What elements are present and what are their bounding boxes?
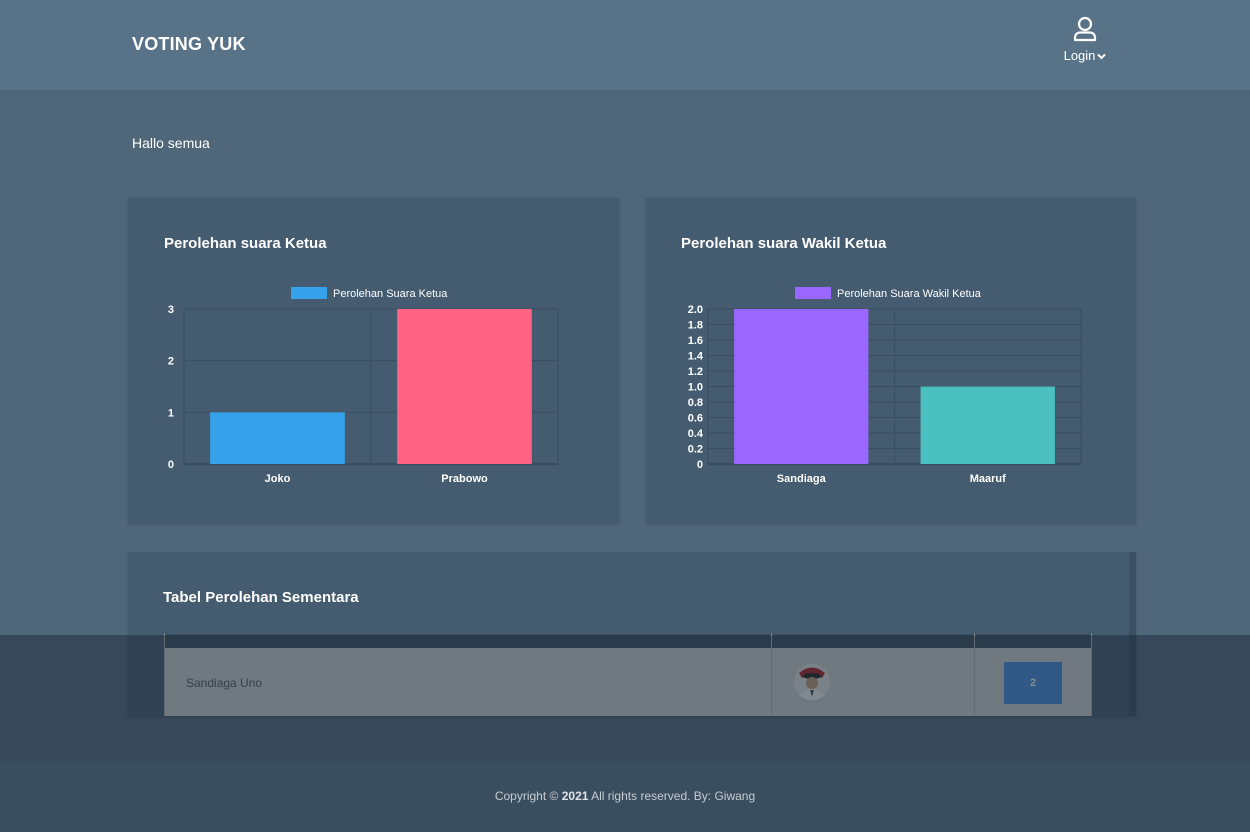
chart-card-wakil: Perolehan suara Wakil Ketua Perolehan Su…: [646, 198, 1136, 524]
y-tick-label: 3: [168, 304, 174, 316]
legend-label: Perolehan Suara Wakil Ketua: [837, 288, 982, 300]
greeting-text: Hallo semua: [132, 135, 210, 151]
column-divider: [164, 634, 165, 716]
candidate-avatar: [794, 664, 830, 700]
y-tick-label: 2: [168, 356, 174, 368]
y-tick-label: 0: [697, 459, 703, 471]
footer-prefix: Copyright ©: [494, 789, 559, 803]
y-tick-label: 0.6: [688, 413, 703, 425]
bar-sandiaga: [734, 309, 869, 464]
footer-copyright: Copyright © 2021 All rights reserved. By…: [0, 789, 1250, 803]
y-tick-label: 1.4: [688, 351, 704, 363]
table-row: Sandiaga Uno 2: [164, 648, 1092, 716]
x-tick-label: Prabowo: [441, 473, 488, 485]
x-tick-label: Joko: [265, 473, 291, 485]
scrollbar[interactable]: [1129, 552, 1136, 716]
bar-prabowo: [397, 309, 532, 464]
login-label: Login: [1063, 48, 1096, 63]
x-tick-label: Maaruf: [970, 473, 1006, 485]
user-icon: [1073, 16, 1097, 42]
brand-logo[interactable]: VOTING YUK: [132, 34, 246, 55]
y-tick-label: 1.8: [688, 320, 703, 332]
bar-chart-wakil: Perolehan Suara Wakil Ketua 0 0.2 0.4 0.6 0.8…: [688, 287, 1082, 485]
y-tick-label: 0.4: [688, 428, 704, 440]
legend-label: Perolehan Suara Ketua: [333, 288, 448, 300]
y-tick-label: 0: [168, 459, 174, 471]
footer-suffix: All rights reserved. By: Giwang: [591, 789, 756, 803]
table-title: Tabel Perolehan Sementara: [163, 589, 359, 606]
legend-swatch: [795, 287, 831, 299]
results-table: Sandiaga Uno 2: [164, 634, 1092, 716]
y-tick-label: 1.2: [688, 366, 703, 378]
vote-count-button[interactable]: 2: [1004, 662, 1062, 704]
column-divider: [1091, 634, 1092, 716]
table-header: [164, 634, 1092, 648]
candidate-name: Sandiaga Uno: [186, 676, 263, 690]
column-divider: [974, 634, 975, 716]
column-divider: [771, 634, 772, 716]
y-tick-label: 1: [168, 407, 174, 419]
y-tick-label: 1.0: [688, 382, 703, 394]
y-tick-label: 1.6: [688, 335, 703, 347]
y-tick-label: 0.8: [688, 397, 703, 409]
navbar: VOTING YUK Login: [0, 0, 1250, 90]
bar-maaruf: [920, 386, 1055, 464]
chevron-down-icon: [1097, 53, 1107, 60]
y-tick-label: 0.2: [688, 444, 703, 456]
y-tick-label: 2.0: [688, 304, 703, 316]
footer-year: 2021: [561, 789, 589, 803]
legend-swatch: [291, 287, 327, 299]
x-tick-label: Sandiaga: [777, 473, 827, 485]
bar-chart-ketua: Perolehan Suara Ketua 0 1 2 3 Joko Prabowo: [168, 287, 559, 485]
bar-joko: [210, 412, 345, 464]
chart-card-ketua: Perolehan suara Ketua Perolehan Suara Ke…: [128, 198, 619, 524]
login-dropdown[interactable]: Login: [1058, 16, 1112, 72]
